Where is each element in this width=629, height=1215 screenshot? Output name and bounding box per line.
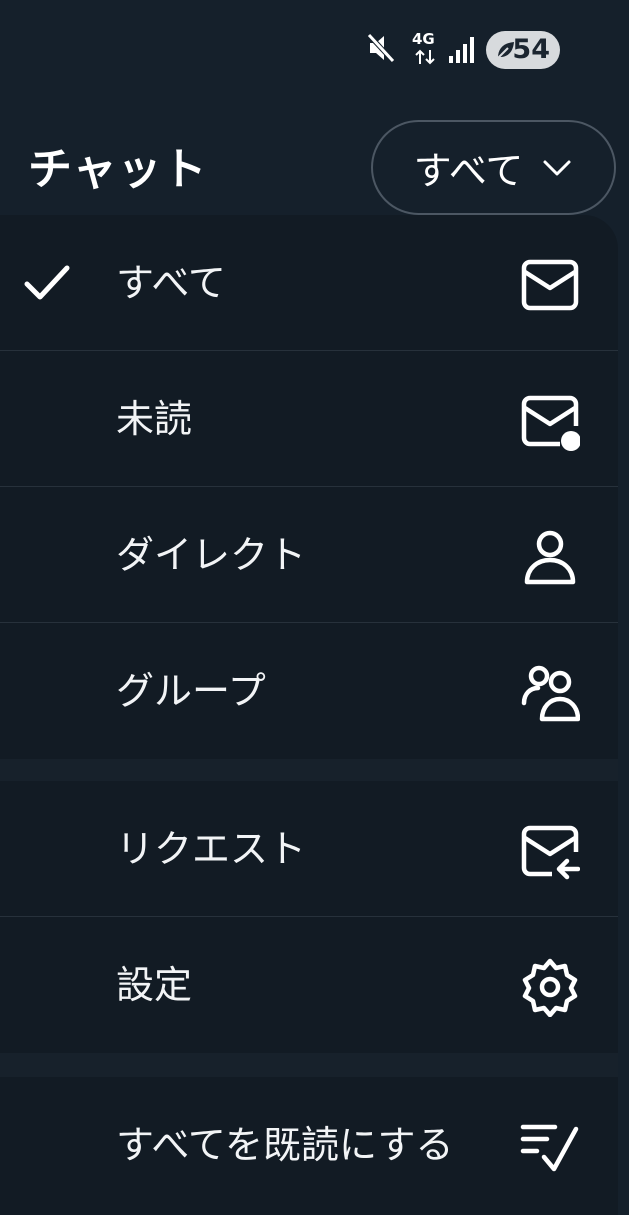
battery-saver-icon bbox=[497, 42, 514, 59]
menu-item-label: すべて bbox=[116, 261, 226, 305]
menu-item-mark-all-read[interactable]: すべてを既読にする bbox=[0, 1077, 618, 1213]
menu-item-label: リクエスト bbox=[116, 827, 307, 871]
menu-item-all[interactable]: すべて bbox=[0, 215, 618, 351]
menu-item-group[interactable]: グループ bbox=[0, 623, 618, 759]
menu-item-label: すべてを既読にする bbox=[116, 1123, 454, 1167]
menu-item-requests[interactable]: リクエスト bbox=[0, 781, 618, 917]
menu-item-settings[interactable]: 設定 bbox=[0, 917, 618, 1053]
section-divider bbox=[0, 1053, 618, 1077]
4g-data-icon: 4G bbox=[410, 30, 440, 70]
people-icon bbox=[521, 665, 580, 722]
battery-level: 54 bbox=[512, 34, 550, 65]
battery-indicator: 54 bbox=[486, 31, 560, 69]
gear-icon bbox=[522, 958, 578, 1017]
mark-read-icon bbox=[520, 1124, 579, 1172]
menu-item-label: グループ bbox=[116, 669, 266, 713]
menu-item-unread[interactable]: 未読 bbox=[0, 351, 618, 487]
network-label: 4G bbox=[412, 30, 435, 48]
checkmark-icon bbox=[24, 265, 70, 300]
section-divider bbox=[0, 759, 618, 781]
status-bar: 4G 54 bbox=[0, 0, 629, 100]
menu-item-direct[interactable]: ダイレクト bbox=[0, 487, 618, 623]
person-icon bbox=[524, 530, 576, 585]
mute-icon bbox=[367, 33, 395, 63]
page-title: チャット bbox=[28, 144, 208, 195]
mail-icon bbox=[521, 259, 579, 311]
unread-mail-icon bbox=[521, 395, 580, 451]
filter-label: すべて bbox=[413, 149, 524, 193]
menu-item-label: ダイレクト bbox=[116, 533, 307, 577]
filter-dropdown-button[interactable]: すべて bbox=[371, 120, 616, 215]
chevron-down-icon bbox=[543, 160, 571, 175]
filter-menu: すべて 未読 ダイレクト グループ リクエスト 設定 すべてを既読にする bbox=[0, 215, 618, 1215]
menu-item-label: 未読 bbox=[116, 397, 193, 441]
signal-icon bbox=[449, 37, 474, 63]
mail-request-icon bbox=[521, 825, 580, 880]
menu-item-label: 設定 bbox=[116, 963, 193, 1007]
